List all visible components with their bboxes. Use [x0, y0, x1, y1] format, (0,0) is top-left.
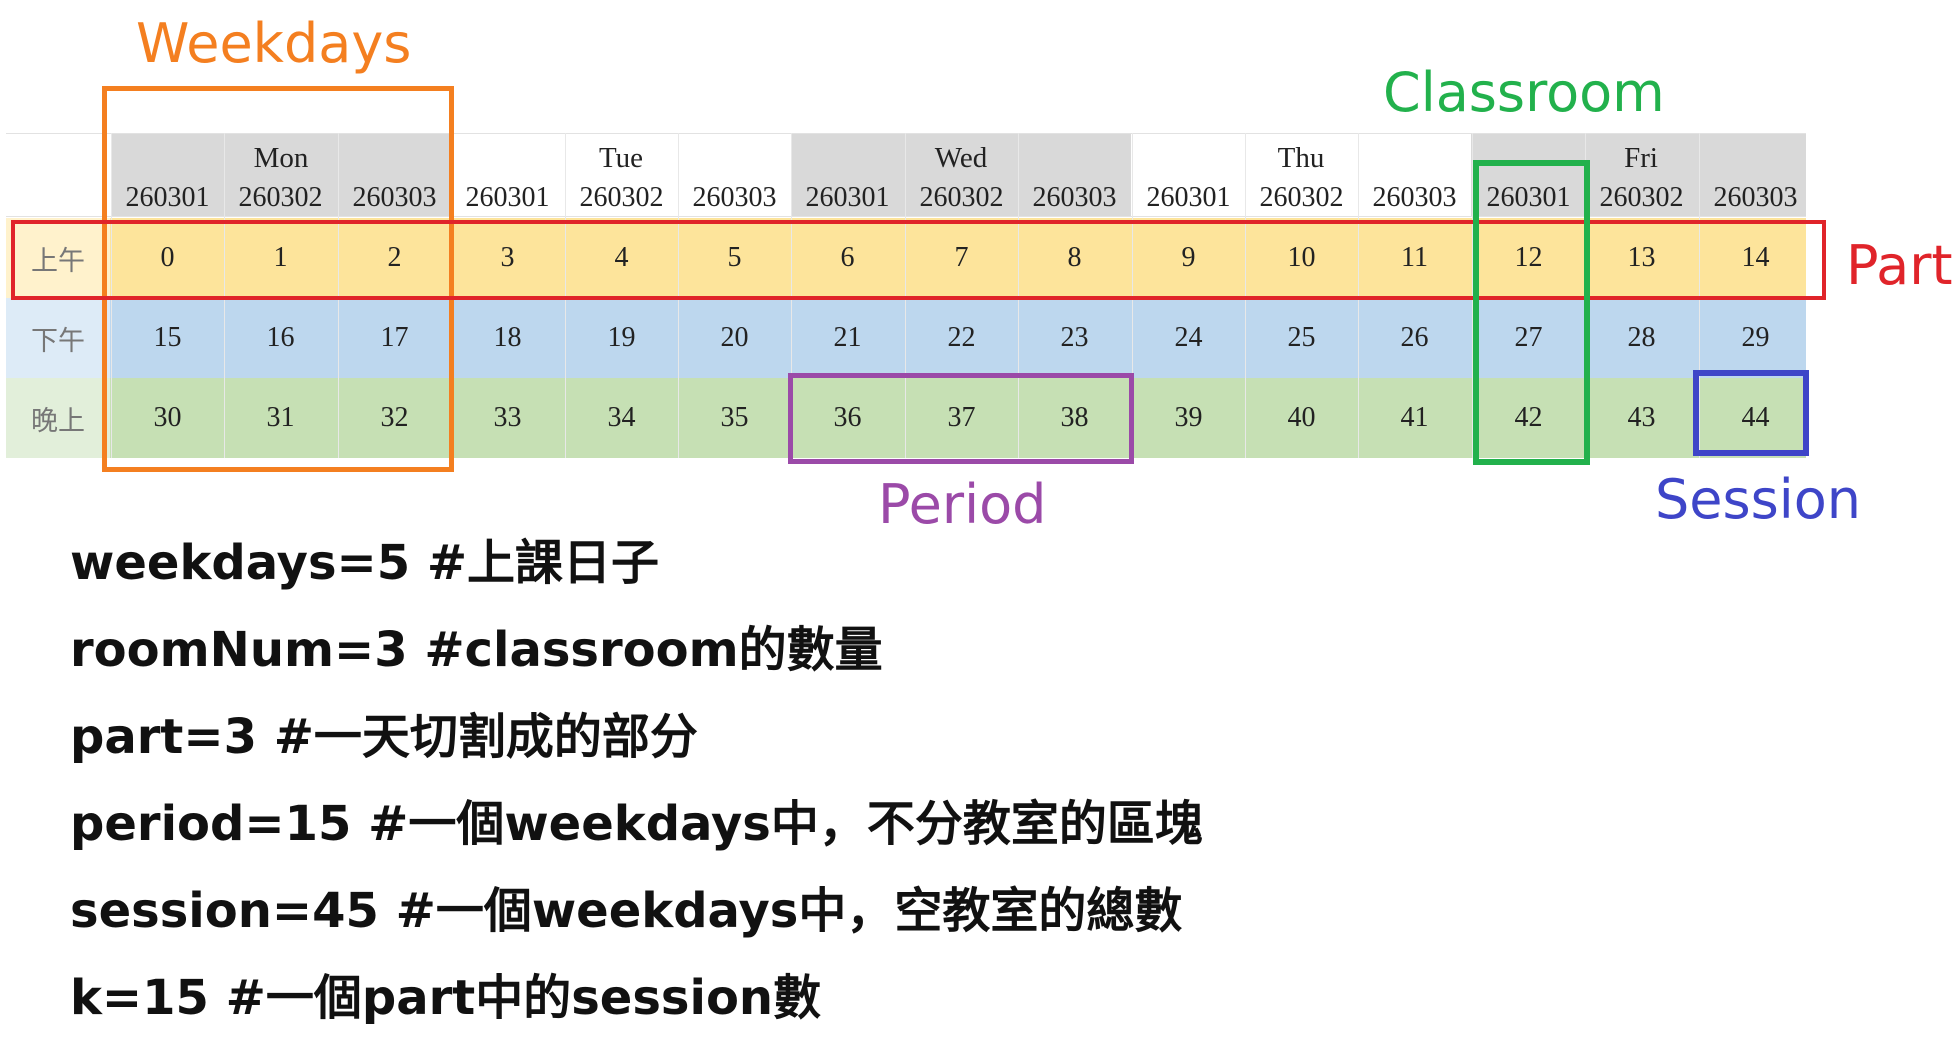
note-k: k=15 #一個part中的session數 — [70, 970, 822, 1026]
row-label-afternoon: 下午 — [31, 325, 85, 357]
period-box — [788, 373, 1134, 464]
room-header: 260302 — [579, 182, 664, 213]
session-label: Session — [1655, 468, 1862, 531]
note-weekdays: weekdays=5 #上課日子 — [70, 535, 660, 591]
note-session: session=45 #一個weekdays中，空教室的總數 — [70, 883, 1183, 939]
session-cell: 29 — [1741, 322, 1770, 353]
note-roomnum: roomNum=3 #classroom的數量 — [70, 622, 883, 678]
day-header-wed: Wed — [934, 141, 988, 174]
session-cell: 24 — [1174, 322, 1203, 353]
note-period: period=15 #一個weekdays中，不分教室的區塊 — [70, 796, 1203, 852]
room-header: 260301 — [805, 182, 890, 213]
session-cell: 28 — [1627, 322, 1656, 353]
room-header: 260302 — [1599, 182, 1684, 213]
room-header: 260301 — [465, 182, 550, 213]
part-label: Part — [1846, 234, 1953, 297]
session-cell: 35 — [720, 402, 749, 433]
weekdays-label: Weekdays — [136, 12, 412, 75]
room-header: 260303 — [692, 182, 777, 213]
session-cell: 41 — [1400, 402, 1429, 433]
room-header: 260303 — [1032, 182, 1117, 213]
session-cell: 20 — [720, 322, 749, 353]
classroom-box — [1473, 160, 1590, 465]
session-cell: 22 — [947, 322, 976, 353]
session-cell: 25 — [1287, 322, 1316, 353]
session-box — [1693, 370, 1809, 456]
session-cell: 21 — [833, 322, 862, 353]
row-label-evening: 晚上 — [31, 405, 85, 437]
room-header: 260303 — [1372, 182, 1457, 213]
session-cell: 26 — [1400, 322, 1429, 353]
session-cell: 43 — [1627, 402, 1656, 433]
note-part: part=3 #一天切割成的部分 — [70, 709, 698, 765]
session-cell: 18 — [493, 322, 522, 353]
session-cell: 19 — [607, 322, 636, 353]
session-cell: 23 — [1060, 322, 1089, 353]
session-cell: 34 — [607, 402, 636, 433]
room-header: 260302 — [1259, 182, 1344, 213]
room-header: 260303 — [1713, 182, 1798, 213]
room-header: 260301 — [1146, 182, 1231, 213]
notes-list: weekdays=5 #上課日子 roomNum=3 #classroom的數量… — [70, 520, 1203, 1042]
day-header-tue: Tue — [598, 141, 644, 174]
session-cell: 39 — [1174, 402, 1203, 433]
room-header: 260302 — [919, 182, 1004, 213]
session-cell: 33 — [493, 402, 522, 433]
session-cell: 40 — [1287, 402, 1316, 433]
classroom-label: Classroom — [1383, 61, 1665, 124]
day-header-thu: Thu — [1277, 141, 1325, 174]
